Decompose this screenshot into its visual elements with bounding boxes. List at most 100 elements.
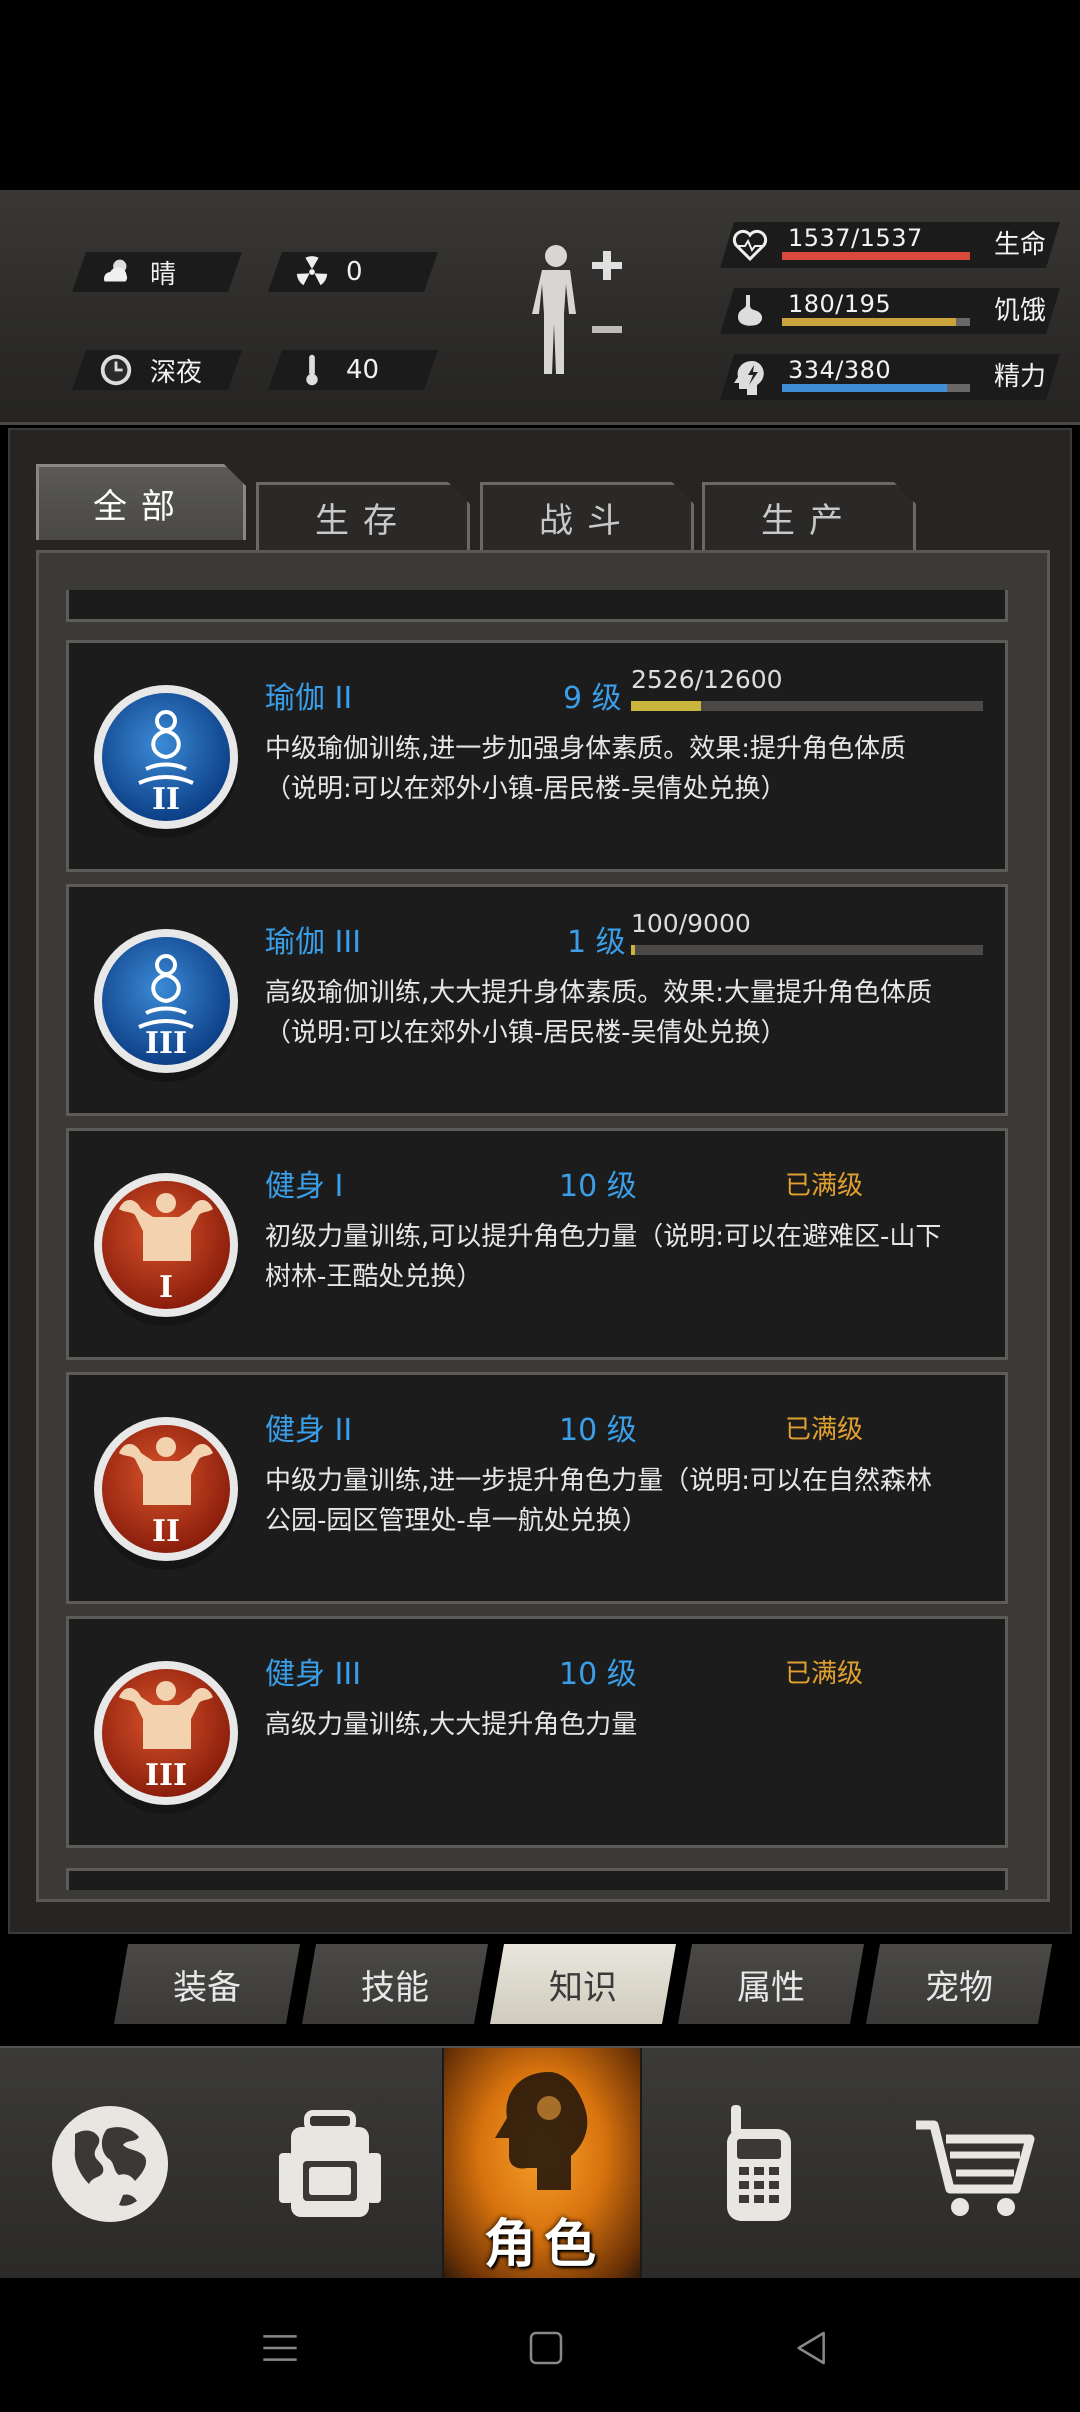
radiation-value: 0 bbox=[346, 257, 363, 287]
hunger-stat: 180/195 饥饿 bbox=[720, 288, 1060, 334]
subnav-equipment[interactable]: 装备 bbox=[114, 1944, 300, 2024]
tab-all[interactable]: 全部 bbox=[36, 464, 246, 540]
muscle-icon: III bbox=[94, 1661, 238, 1814]
skill-description: 高级瑜伽训练,大大提升身体素质。效果:大量提升角色体质（说明:可以在郊外小镇-居… bbox=[265, 978, 933, 1048]
subnav-attributes[interactable]: 属性 bbox=[678, 1944, 864, 2024]
skill-level: 10 级 bbox=[559, 1169, 637, 1204]
skill-name: 瑜伽 II bbox=[265, 681, 353, 716]
energy-stat: 334/380 精力 bbox=[720, 354, 1060, 400]
energy-label: 精力 bbox=[994, 362, 1047, 392]
subnav-knowledge[interactable]: 知识 bbox=[490, 1944, 676, 2024]
cloud-sun-icon bbox=[94, 250, 138, 294]
skill-card-fitness-3[interactable]: III 健身 III 10 级 已满级 高级力量训练,大大提升角色力量 bbox=[66, 1616, 1008, 1848]
tab-combat[interactable]: 战斗 bbox=[480, 482, 694, 550]
skill-name: 健身 III bbox=[265, 1657, 362, 1692]
weather-text: 晴 bbox=[150, 259, 177, 290]
life-stat: 1537/1537 生命 bbox=[720, 222, 1060, 268]
skill-description: 中级瑜伽训练,进一步加强身体素质。效果:提升角色体质（说明:可以在郊外小镇-居民… bbox=[265, 734, 907, 804]
skill-description: 初级力量训练,可以提升角色力量（说明:可以在避难区-山下树林-王酷处兑换） bbox=[265, 1222, 942, 1292]
skill-name: 瑜伽 III bbox=[265, 925, 362, 960]
exp-bar-fill bbox=[631, 945, 635, 955]
back-triangle-icon bbox=[797, 2331, 825, 2365]
skill-level: 10 级 bbox=[559, 1413, 637, 1448]
skill-numeral: I bbox=[159, 1270, 173, 1305]
weather-box: 晴 bbox=[72, 252, 242, 292]
subnav-pets[interactable]: 宠物 bbox=[866, 1944, 1052, 2024]
exp-bar bbox=[631, 945, 983, 955]
nav-character-label: 角色 bbox=[483, 2215, 604, 2275]
skill-numeral: II bbox=[152, 1514, 180, 1549]
character-subnav: 装备 技能 知识 属性 宠物 bbox=[0, 1944, 1080, 2024]
skill-numeral: II bbox=[152, 782, 180, 817]
max-level-badge: 已满级 bbox=[785, 1659, 864, 1689]
energy-head-icon bbox=[734, 361, 764, 395]
nav-bag-button[interactable] bbox=[240, 2048, 420, 2280]
radio-icon bbox=[727, 2105, 791, 2221]
globe-icon bbox=[52, 2106, 168, 2222]
thermometer-icon bbox=[290, 348, 334, 392]
home-square-icon bbox=[529, 2331, 563, 2365]
skill-level: 9 级 bbox=[563, 681, 622, 716]
time-box: 深夜 bbox=[72, 350, 242, 390]
life-value: 1537/1537 bbox=[788, 224, 923, 252]
list-item-partial bbox=[66, 1868, 1008, 1890]
muscle-icon: I bbox=[94, 1173, 238, 1326]
nav-character-button[interactable]: 角色 bbox=[442, 2048, 642, 2280]
main-nav: 角色 bbox=[0, 2046, 1080, 2280]
max-level-badge: 已满级 bbox=[785, 1171, 864, 1201]
human-body-icon bbox=[532, 245, 622, 374]
body-status-figure[interactable] bbox=[520, 240, 630, 390]
skill-level: 10 级 bbox=[559, 1657, 637, 1692]
system-home-button[interactable] bbox=[516, 2318, 576, 2378]
max-level-badge: 已满级 bbox=[785, 1415, 864, 1445]
hunger-label: 饥饿 bbox=[994, 296, 1047, 326]
skill-card-fitness-2[interactable]: II 健身 II 10 级 已满级 中级力量训练,进一步提升角色力量（说明:可以… bbox=[66, 1372, 1008, 1604]
system-menu-button[interactable] bbox=[250, 2318, 310, 2378]
yoga-icon: II bbox=[94, 685, 238, 838]
muscle-icon: II bbox=[94, 1417, 238, 1570]
menu-icon bbox=[263, 2335, 297, 2361]
hunger-bar-fill bbox=[782, 318, 956, 326]
skill-level: 1 级 bbox=[567, 925, 626, 960]
backpack-icon bbox=[279, 2110, 381, 2217]
temperature-value: 40 bbox=[346, 355, 380, 385]
system-back-button[interactable] bbox=[782, 2318, 842, 2378]
skill-exp-text: 2526/12600 bbox=[631, 665, 783, 694]
cart-icon bbox=[916, 2120, 1035, 2216]
radiation-box: 0 bbox=[268, 252, 438, 292]
stomach-icon bbox=[738, 295, 763, 326]
clock-icon bbox=[94, 348, 138, 392]
nav-radio-button[interactable] bbox=[670, 2048, 850, 2280]
skill-description: 中级力量训练,进一步提升角色力量（说明:可以在自然森林公园-园区管理处-卓一航处… bbox=[265, 1466, 933, 1536]
energy-bar-fill bbox=[782, 384, 948, 392]
subnav-skills[interactable]: 技能 bbox=[302, 1944, 488, 2024]
skill-card-yoga-2[interactable]: II 瑜伽 II 9 级 2526/12600 中级瑜伽训练,进一步加强身体素质… bbox=[66, 640, 1008, 872]
system-nav-bar bbox=[0, 2278, 1080, 2412]
tab-production[interactable]: 生产 bbox=[702, 482, 916, 550]
radiation-icon bbox=[290, 250, 334, 294]
exp-bar-fill bbox=[631, 701, 702, 711]
skill-description: 高级力量训练,大大提升角色力量 bbox=[265, 1710, 638, 1740]
list-item-partial bbox=[66, 590, 1008, 622]
life-bar-fill bbox=[782, 252, 970, 260]
character-head-icon bbox=[495, 2072, 588, 2190]
nav-shop-button[interactable] bbox=[880, 2048, 1070, 2280]
skill-list[interactable]: II 瑜伽 II 9 级 2526/12600 中级瑜伽训练,进一步加强身体素质… bbox=[66, 590, 1008, 1890]
exp-bar bbox=[631, 701, 983, 711]
skill-card-yoga-3[interactable]: III 瑜伽 III 1 级 100/9000 高级瑜伽训练,大大提升身体素质。… bbox=[66, 884, 1008, 1116]
skill-numeral: III bbox=[145, 1758, 187, 1793]
energy-value: 334/380 bbox=[788, 356, 892, 384]
temperature-box: 40 bbox=[268, 350, 438, 390]
life-label: 生命 bbox=[994, 230, 1047, 260]
skill-name: 健身 II bbox=[265, 1413, 353, 1448]
status-panel: 晴 0 深夜 40 1537/1537 生命 180/195 饥饿 334/38… bbox=[0, 190, 1080, 425]
tab-survival[interactable]: 生存 bbox=[256, 482, 470, 550]
skill-name: 健身 I bbox=[265, 1169, 344, 1204]
time-text: 深夜 bbox=[150, 357, 203, 388]
heart-icon bbox=[732, 229, 768, 262]
skill-card-fitness-1[interactable]: I 健身 I 10 级 已满级 初级力量训练,可以提升角色力量（说明:可以在避难… bbox=[66, 1128, 1008, 1360]
skill-exp-text: 100/9000 bbox=[631, 909, 751, 938]
yoga-icon: III bbox=[94, 929, 238, 1082]
nav-world-button[interactable] bbox=[20, 2048, 200, 2280]
skill-numeral: III bbox=[145, 1026, 187, 1061]
